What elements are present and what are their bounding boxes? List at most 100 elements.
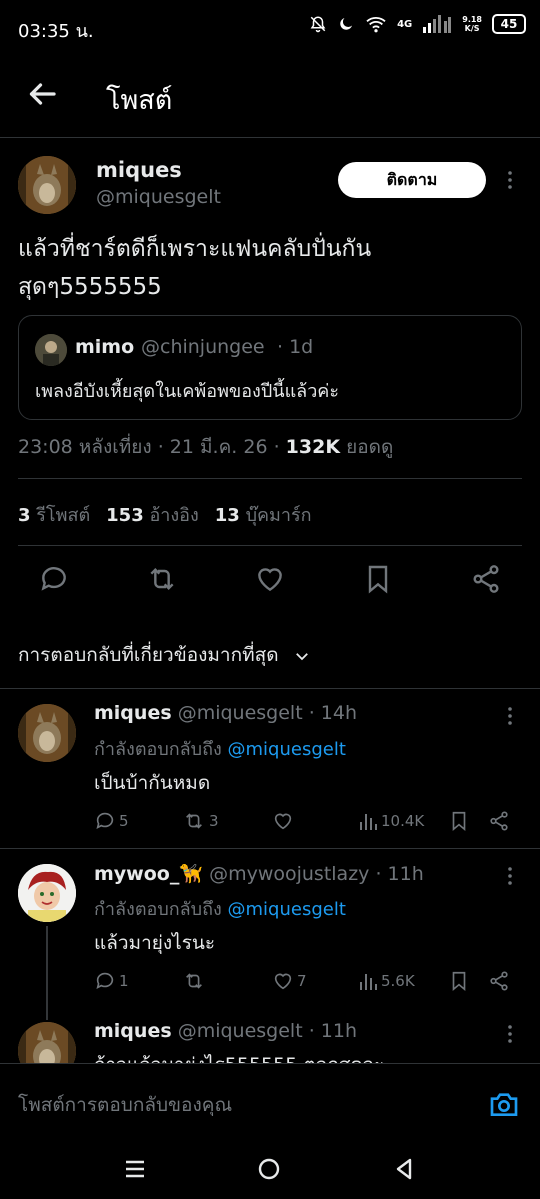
- camera-icon[interactable]: [488, 1088, 520, 1120]
- quotes-count: 153: [106, 505, 144, 526]
- reposts-label: รีโพสต์: [36, 505, 91, 526]
- repost-count[interactable]: [182, 970, 209, 992]
- view-count[interactable]: 10.4K: [358, 810, 424, 832]
- view-count[interactable]: 5.6K: [358, 970, 415, 992]
- quote-name: mimo: [75, 336, 135, 358]
- author-handle[interactable]: @miquesgelt: [96, 186, 221, 208]
- reply-sort-dropdown[interactable]: การตอบกลับที่เกี่ยวข้องมากที่สุด: [18, 640, 311, 670]
- status-time: 03:35 น.: [18, 21, 94, 42]
- view-count-value: 10.4K: [381, 812, 425, 830]
- replying-to: กำลังตอบกลับถึง @miquesgelt: [94, 894, 346, 923]
- reposts-stat[interactable]: 3 รีโพสต์: [18, 500, 90, 529]
- share-icon[interactable]: [488, 810, 510, 832]
- bookmark-icon[interactable]: [362, 563, 394, 595]
- post-text-line1: แล้วที่ชาร์ตดีก็เพราะแฟนคลับปั่นกัน: [18, 236, 372, 262]
- replying-prefix: กำลังตอบกลับถึง: [94, 739, 228, 760]
- moon-icon: [340, 18, 353, 30]
- more-options-icon[interactable]: [500, 706, 520, 726]
- reply-input-placeholder: โพสต์การตอบกลับของคุณ: [18, 1094, 233, 1116]
- reply-count[interactable]: 1: [94, 970, 129, 992]
- reply-handle[interactable]: @mywoojustlazy: [209, 863, 369, 885]
- network-type: 4G: [397, 18, 413, 30]
- replying-handle-link[interactable]: @miquesgelt: [228, 899, 346, 920]
- recent-apps-icon[interactable]: [123, 1158, 147, 1180]
- reply-header: miques @miquesgelt · 11h: [94, 1020, 357, 1042]
- network-speed: 9.18 K/S: [462, 15, 482, 33]
- replying-handle-link[interactable]: @miquesgelt: [228, 739, 346, 760]
- bookmark-icon[interactable]: [448, 970, 470, 992]
- bookmarks-label: บุ๊คมาร์ก: [245, 505, 312, 526]
- system-nav-bar: [0, 1140, 540, 1199]
- views-icon: [360, 814, 377, 830]
- quote-handle: @chinjungee: [141, 336, 265, 358]
- quote-text: เพลงอีบังเหี้ยสุดในเคพ้อพของปีนี้แล้วค่ะ: [35, 381, 340, 402]
- like-count-value: 7: [297, 972, 307, 990]
- engagement-stats: 3 รีโพสต์ 153 อ้างอิง 13 บุ๊คมาร์ก: [18, 500, 312, 529]
- divider: [18, 478, 522, 479]
- reply-name[interactable]: mywoo_: [94, 863, 179, 885]
- replying-to: กำลังตอบกลับถึง @miquesgelt: [94, 734, 346, 763]
- wifi-icon: [366, 17, 386, 33]
- mute-icon: [310, 16, 326, 33]
- share-icon[interactable]: [488, 970, 510, 992]
- like-count[interactable]: [272, 810, 297, 832]
- speed-unit: K/S: [464, 24, 480, 33]
- more-options-icon[interactable]: [500, 1024, 520, 1044]
- reply-header: mywoo_🦮 @mywoojustlazy · 11h: [94, 862, 424, 885]
- battery-icon: 45: [492, 14, 526, 34]
- like-icon: [274, 973, 292, 990]
- reposts-count: 3: [18, 505, 31, 526]
- like-count[interactable]: 7: [272, 970, 307, 992]
- reply-text: แล้วมายุ่งไรนะ: [94, 932, 216, 954]
- reply-time: · 11h: [375, 863, 424, 885]
- divider: [0, 688, 540, 689]
- avatar[interactable]: [18, 704, 76, 762]
- home-icon[interactable]: [257, 1157, 281, 1181]
- reply-name[interactable]: miques: [94, 702, 172, 724]
- reply-count-value: 1: [119, 972, 129, 990]
- back-arrow-icon[interactable]: [24, 76, 60, 112]
- repost-icon: [186, 973, 202, 989]
- bookmarks-count: 13: [214, 505, 240, 526]
- reply-count[interactable]: 5: [94, 810, 129, 832]
- quoted-post[interactable]: mimo @chinjungee · 1d เพลงอีบังเหี้ยสุดใ…: [18, 315, 522, 420]
- reply-icon: [96, 972, 114, 989]
- share-icon[interactable]: [470, 563, 502, 595]
- reply-input[interactable]: โพสต์การตอบกลับของคุณ: [18, 1090, 468, 1120]
- chevron-down-icon: [295, 652, 308, 660]
- reply-icon: [96, 812, 114, 829]
- bookmarks-stat[interactable]: 13 บุ๊คมาร์ก: [215, 500, 312, 529]
- repost-count[interactable]: 3: [182, 810, 219, 832]
- reply-header: miques @miquesgelt · 14h: [94, 702, 357, 724]
- like-icon[interactable]: [254, 563, 286, 595]
- divider: [18, 545, 522, 546]
- speed-value: 9.18: [462, 15, 482, 24]
- author-name[interactable]: miques: [96, 158, 182, 182]
- page-title: โพสต์: [106, 85, 173, 116]
- back-icon[interactable]: [392, 1157, 416, 1181]
- reply-name[interactable]: miques: [94, 1020, 172, 1042]
- views-icon: [360, 974, 377, 990]
- reply-handle[interactable]: @miquesgelt: [178, 1020, 303, 1042]
- avatar[interactable]: [18, 864, 76, 922]
- reply-icon[interactable]: [38, 563, 70, 595]
- follow-button[interactable]: ติดตาม: [338, 162, 486, 198]
- quote-avatar: [35, 334, 67, 366]
- post-timestamp: 23:08 หลังเที่ยง · 21 มี.ค. 26 ·: [18, 436, 286, 458]
- repost-icon: [186, 813, 202, 829]
- replying-prefix: กำลังตอบกลับถึง: [94, 899, 228, 920]
- post-text-line2: สุดๆ5555555: [18, 274, 162, 300]
- reply-handle[interactable]: @miquesgelt: [178, 702, 303, 724]
- reply-count-value: 5: [119, 812, 129, 830]
- page-header: โพสต์: [0, 56, 540, 138]
- more-options-icon[interactable]: [500, 866, 520, 886]
- quotes-stat[interactable]: 153 อ้างอิง: [106, 500, 199, 529]
- avatar[interactable]: [18, 156, 76, 214]
- view-count-value: 5.6K: [381, 972, 415, 990]
- bookmark-icon[interactable]: [448, 810, 470, 832]
- reply-text: เป็นบ้ากันหมด: [94, 772, 211, 794]
- quote-time: · 1d: [277, 336, 314, 358]
- repost-icon[interactable]: [146, 563, 178, 595]
- more-options-icon[interactable]: [500, 170, 520, 190]
- views-label: ยอดดู: [340, 436, 394, 458]
